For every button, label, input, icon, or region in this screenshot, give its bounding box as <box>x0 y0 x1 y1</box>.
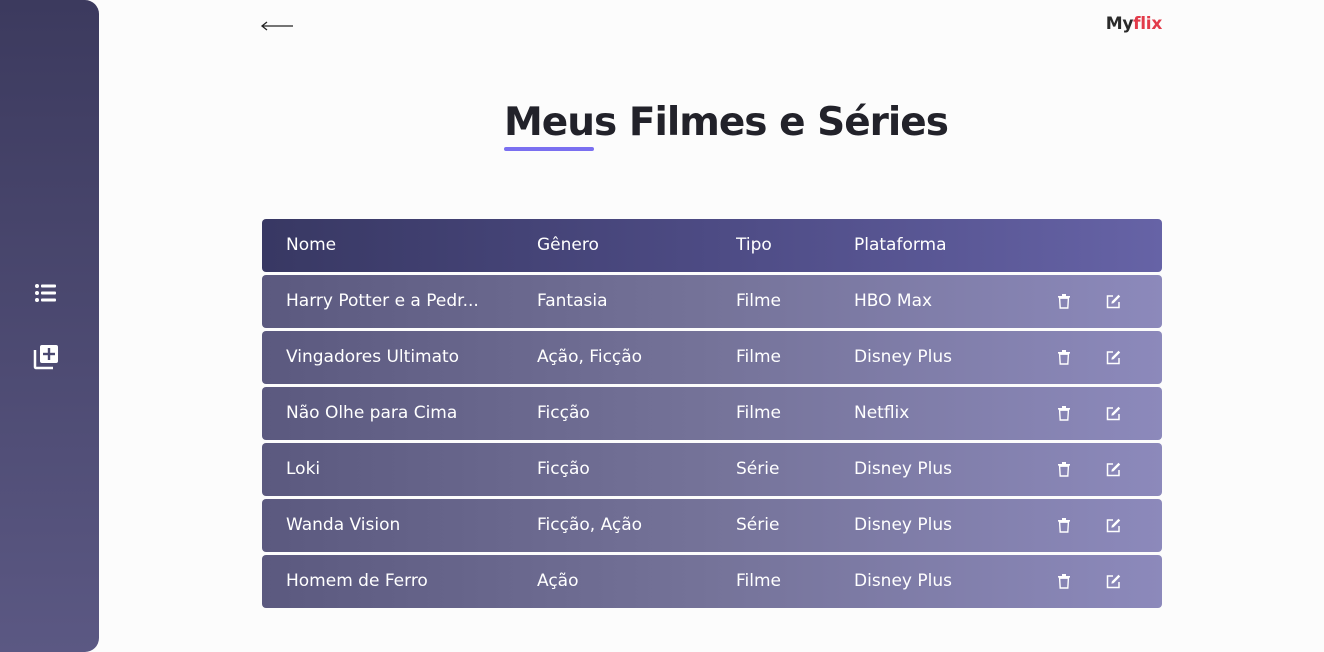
delete-button[interactable] <box>1054 459 1074 479</box>
trash-icon <box>1058 349 1070 365</box>
cell-platform: Disney Plus <box>854 459 952 479</box>
edit-icon <box>1106 406 1120 420</box>
cell-type: Filme <box>736 347 782 367</box>
trash-icon <box>1058 293 1070 309</box>
header-name: Nome <box>286 235 337 255</box>
header-platform: Plataforma <box>854 235 947 255</box>
cell-genre: Ficção <box>537 459 590 479</box>
header-genre: Gênero <box>537 235 599 255</box>
table-row: Loki Ficção Série Disney Plus <box>262 443 1162 496</box>
cell-genre: Ação <box>537 571 579 591</box>
table-row: Vingadores Ultimato Ação, Ficção Filme D… <box>262 331 1162 384</box>
edit-button[interactable] <box>1103 571 1123 591</box>
cell-name: Harry Potter e a Pedr... <box>286 291 479 311</box>
cell-genre: Ação, Ficção <box>537 347 643 367</box>
cell-platform: Disney Plus <box>854 571 952 591</box>
cell-platform: HBO Max <box>854 291 933 311</box>
title-underline <box>504 147 594 151</box>
page-title: Meus Filmes e Séries <box>504 100 949 145</box>
sidebar <box>0 0 99 652</box>
cell-type: Série <box>736 515 780 535</box>
cell-name: Vingadores Ultimato <box>286 347 460 367</box>
edit-button[interactable] <box>1103 347 1123 367</box>
table-row: Wanda Vision Ficção, Ação Série Disney P… <box>262 499 1162 552</box>
edit-button[interactable] <box>1103 291 1123 311</box>
table-header-row: Nome Gênero Tipo Plataforma <box>262 219 1162 272</box>
cell-type: Série <box>736 459 780 479</box>
trash-icon <box>1058 461 1070 477</box>
cell-type: Filme <box>736 403 782 423</box>
table-row: Harry Potter e a Pedr... Fantasia Filme … <box>262 275 1162 328</box>
delete-button[interactable] <box>1054 403 1074 423</box>
cell-platform: Netflix <box>854 403 910 423</box>
cell-platform: Disney Plus <box>854 515 952 535</box>
cell-genre: Ficção, Ação <box>537 515 643 535</box>
arrow-left-icon <box>260 21 293 31</box>
brand-logo: Myflix <box>1105 14 1163 34</box>
delete-button[interactable] <box>1054 571 1074 591</box>
edit-icon <box>1106 294 1120 308</box>
cell-platform: Disney Plus <box>854 347 952 367</box>
delete-button[interactable] <box>1054 347 1074 367</box>
edit-icon <box>1106 574 1120 588</box>
edit-icon <box>1106 350 1120 364</box>
cell-type: Filme <box>736 291 782 311</box>
cell-name: Loki <box>286 459 321 479</box>
back-button[interactable] <box>260 14 296 38</box>
cell-name: Wanda Vision <box>286 515 401 535</box>
edit-button[interactable] <box>1103 459 1123 479</box>
list-icon <box>35 284 56 302</box>
cell-genre: Ficção <box>537 403 590 423</box>
table-row: Não Olhe para Cima Ficção Filme Netflix <box>262 387 1162 440</box>
add-title-button[interactable] <box>28 339 64 375</box>
brand-prefix: My <box>1105 14 1134 34</box>
edit-button[interactable] <box>1103 515 1123 535</box>
edit-icon <box>1106 518 1120 532</box>
brand-accent: flix <box>1133 14 1162 34</box>
trash-icon <box>1058 405 1070 421</box>
table-row: Homem de Ferro Ação Filme Disney Plus <box>262 555 1162 608</box>
list-button[interactable] <box>28 275 64 311</box>
cell-name: Homem de Ferro <box>286 571 428 591</box>
trash-icon <box>1058 573 1070 589</box>
titles-table: Nome Gênero Tipo Plataforma Harry Potter… <box>262 219 1162 611</box>
edit-button[interactable] <box>1103 403 1123 423</box>
add-library-icon <box>33 345 58 370</box>
delete-button[interactable] <box>1054 515 1074 535</box>
delete-button[interactable] <box>1054 291 1074 311</box>
cell-type: Filme <box>736 571 782 591</box>
cell-name: Não Olhe para Cima <box>286 403 458 423</box>
edit-icon <box>1106 462 1120 476</box>
cell-genre: Fantasia <box>537 291 608 311</box>
trash-icon <box>1058 517 1070 533</box>
header-type: Tipo <box>736 235 772 255</box>
